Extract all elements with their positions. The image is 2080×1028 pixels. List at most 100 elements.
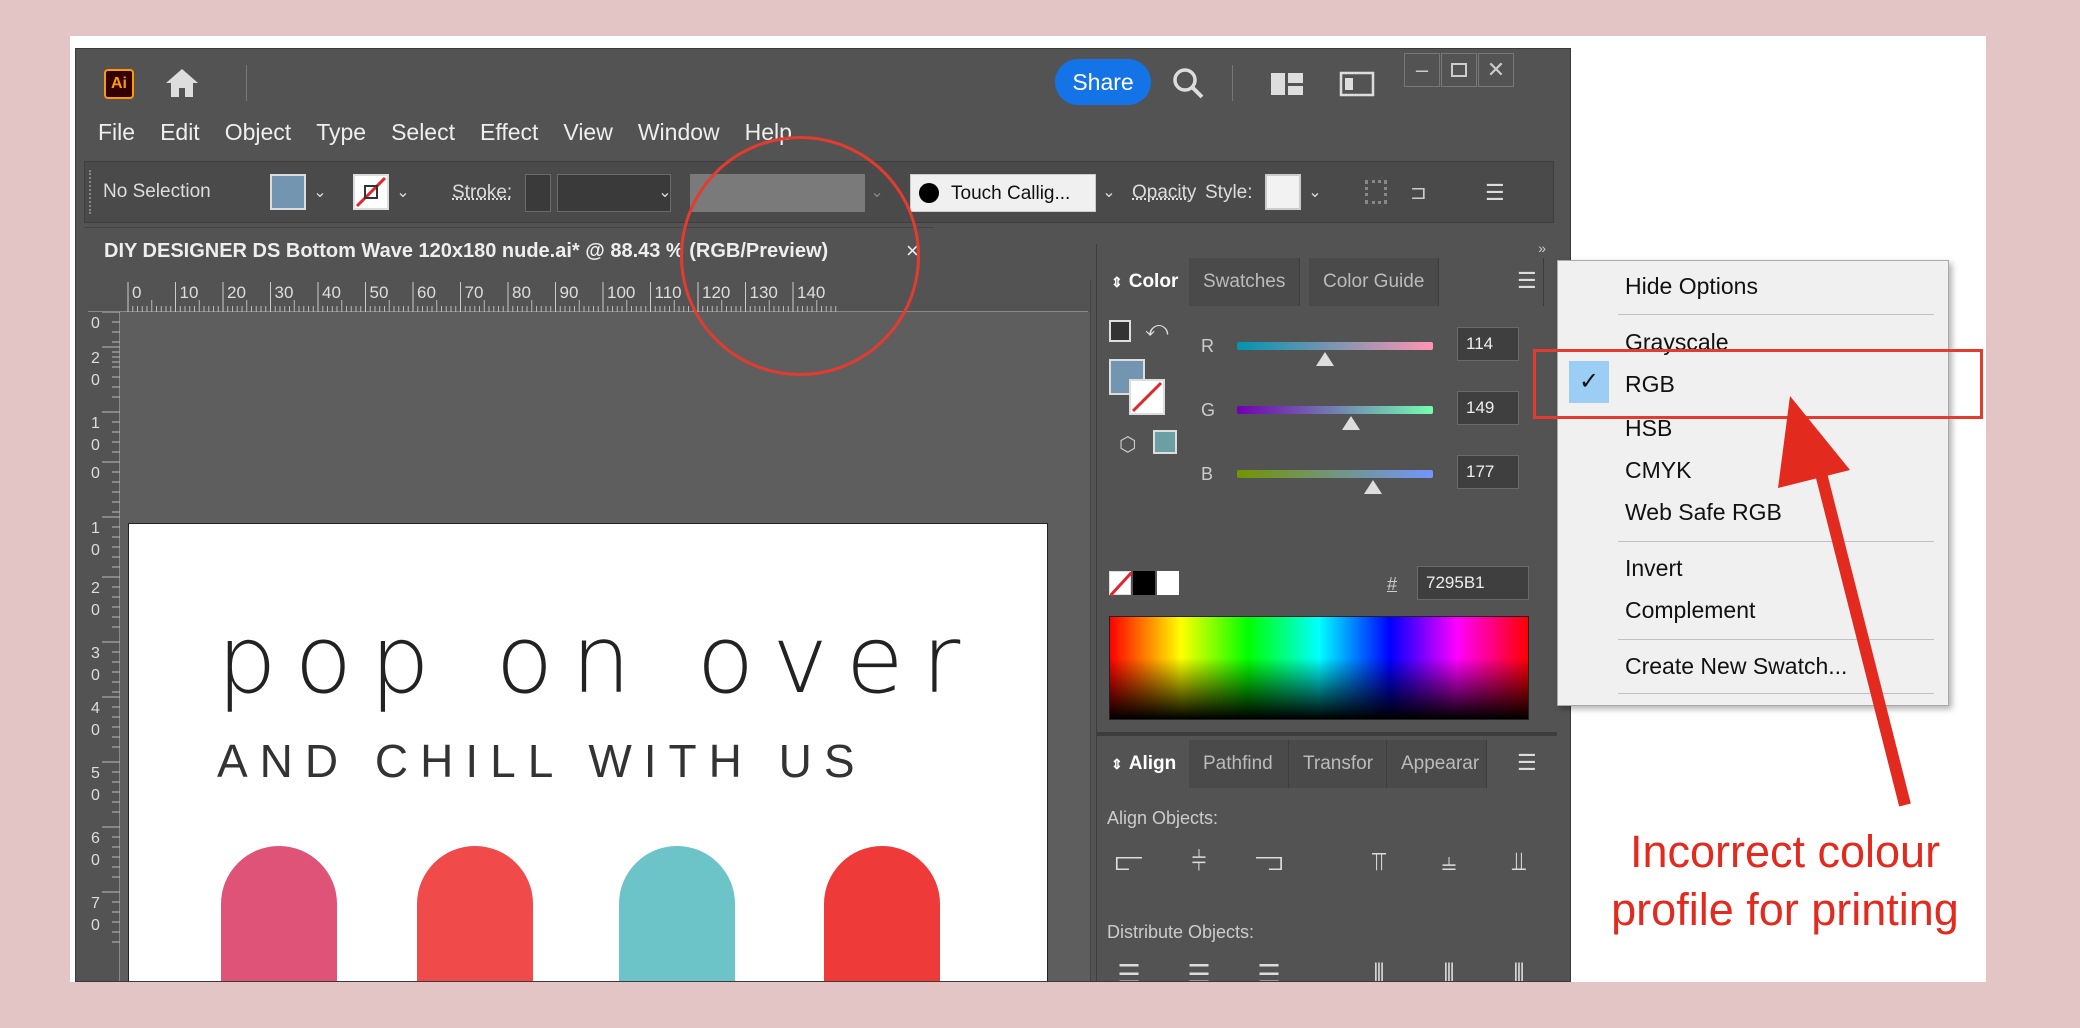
fill-dropdown-chevron-icon[interactable]: ⌄ <box>308 174 332 210</box>
menu-item-cmyk[interactable]: CMYK <box>1625 457 1691 484</box>
tab-color[interactable]: ⇕ Color <box>1097 258 1194 306</box>
highlight-rectangle <box>1533 349 1983 419</box>
distribute-vertical-center-icon[interactable]: ☰ <box>1181 956 1217 982</box>
distribute-objects-label: Distribute Objects: <box>1107 922 1255 942</box>
opacity-label[interactable]: Opacity <box>1132 182 1196 204</box>
align-vertical-center-icon[interactable]: ⫨ <box>1431 844 1467 880</box>
default-fill-stroke-icon[interactable] <box>1109 320 1131 342</box>
white-color-chip[interactable] <box>1157 571 1179 595</box>
ruler-label: 3 <box>91 645 100 662</box>
align-left-icon[interactable]: ⫍ <box>1111 844 1147 880</box>
menu-file[interactable]: File <box>98 119 135 146</box>
out-of-gamut-cube-icon[interactable]: ⬡ <box>1119 432 1136 457</box>
menu-type[interactable]: Type <box>316 119 366 146</box>
ruler-label: 40 <box>322 283 341 302</box>
menu-window[interactable]: Window <box>638 119 720 146</box>
menu-effect[interactable]: Effect <box>480 119 538 146</box>
align-top-icon[interactable]: ⫪ <box>1361 844 1397 880</box>
distribute-bottom-icon[interactable]: ☰ <box>1251 956 1287 982</box>
grip-handle[interactable] <box>89 170 93 214</box>
blue-value-input[interactable]: 177 <box>1457 455 1519 489</box>
close-window-button[interactable]: ✕ <box>1478 53 1514 87</box>
distribute-left-icon[interactable]: ⦀ <box>1361 956 1397 981</box>
illustrator-logo: Ai <box>104 69 134 99</box>
brush-definition[interactable]: Touch Callig... <box>910 174 1096 212</box>
graphic-style-swatch[interactable] <box>1265 174 1301 210</box>
green-slider[interactable] <box>1237 406 1433 414</box>
menu-edit[interactable]: Edit <box>160 119 200 146</box>
stroke-label[interactable]: Stroke: <box>452 182 512 204</box>
ruler-label: 20 <box>227 283 246 302</box>
ruler-label: 0 <box>91 315 100 332</box>
hex-value-input[interactable]: 7295B1 <box>1417 566 1529 600</box>
style-chevron-icon[interactable]: ⌄ <box>1303 174 1327 210</box>
ruler-label: 50 <box>370 283 389 302</box>
blue-slider[interactable] <box>1237 470 1433 478</box>
distribute-right-icon[interactable]: ⦀ <box>1501 956 1537 981</box>
none-stroke-icon <box>1131 381 1163 413</box>
fill-swatch[interactable] <box>270 174 306 210</box>
collapse-panels-icon[interactable]: » <box>1538 240 1546 256</box>
stroke-swatch[interactable] <box>353 174 389 210</box>
home-icon[interactable] <box>162 65 202 101</box>
align-bottom-icon[interactable]: ⫫ <box>1501 844 1537 880</box>
popsicle-illustration <box>417 846 533 981</box>
tab-appearance[interactable]: Appearar <box>1387 740 1487 788</box>
search-icon[interactable] <box>1168 63 1208 103</box>
web-safe-color-chip[interactable] <box>1153 430 1177 454</box>
stroke-color-box[interactable] <box>1129 379 1165 415</box>
minimize-button[interactable]: – <box>1404 53 1440 87</box>
channel-g-label: G <box>1201 400 1216 420</box>
menu-item-complement[interactable]: Complement <box>1625 597 1755 624</box>
menu-item-web-safe-rgb[interactable]: Web Safe RGB <box>1625 499 1782 526</box>
ruler-label: 0 <box>91 787 100 804</box>
stroke-dropdown-chevron-icon[interactable]: ⌄ <box>391 174 415 210</box>
highlight-circle <box>680 136 920 376</box>
blue-slider-thumb[interactable] <box>1364 480 1383 494</box>
align-right-icon[interactable]: ⫎ <box>1251 844 1287 880</box>
distribute-horizontal-center-icon[interactable]: ⦀ <box>1431 956 1467 981</box>
workspace-switcher-icon[interactable] <box>1338 67 1376 101</box>
artboard-headline: pop on over <box>217 606 979 715</box>
tab-align[interactable]: ⇕ Align <box>1097 740 1192 788</box>
red-slider[interactable] <box>1237 342 1433 350</box>
none-color-chip[interactable] <box>1108 570 1134 598</box>
transform-options-icon[interactable]: ⊐ <box>1410 180 1438 204</box>
menu-item-hide-options[interactable]: Hide Options <box>1625 273 1758 300</box>
swap-fill-stroke-icon[interactable]: ⤺ <box>1145 316 1169 342</box>
tab-color-guide[interactable]: Color Guide <box>1309 258 1440 306</box>
ruler-label: 0 <box>91 722 100 739</box>
menu-item-invert[interactable]: Invert <box>1625 555 1683 582</box>
align-panel-menu-icon[interactable]: ☰ <box>1517 750 1537 776</box>
menu-object[interactable]: Object <box>225 119 291 146</box>
brush-chevron-icon[interactable]: ⌄ <box>1097 174 1121 210</box>
menu-item-create-new-swatch[interactable]: Create New Swatch... <box>1625 653 1847 680</box>
maximize-button[interactable] <box>1441 53 1477 87</box>
menu-select[interactable]: Select <box>391 119 455 146</box>
share-button[interactable]: Share <box>1055 59 1151 105</box>
annotation-note: Incorrect colour profile for printing <box>1611 826 1959 935</box>
tab-transform[interactable]: Transfor <box>1289 740 1387 788</box>
color-panel-menu-icon[interactable]: ☰ <box>1517 268 1537 294</box>
green-value-input[interactable]: 149 <box>1457 391 1519 425</box>
stroke-weight-chevron-icon[interactable]: ⌄ <box>653 174 677 210</box>
arrange-documents-icon[interactable] <box>1268 67 1306 101</box>
red-value-input[interactable]: 114 <box>1457 327 1519 361</box>
distribute-top-icon[interactable]: ☰ <box>1111 956 1147 982</box>
ruler-label: 2 <box>91 350 100 367</box>
align-horizontal-center-icon[interactable]: ⫩ <box>1181 844 1217 880</box>
red-slider-thumb[interactable] <box>1315 352 1334 366</box>
control-bar-menu-icon[interactable]: ☰ <box>1485 180 1515 205</box>
color-spectrum[interactable] <box>1109 616 1529 720</box>
black-color-chip[interactable] <box>1133 571 1155 595</box>
green-slider-thumb[interactable] <box>1342 416 1361 430</box>
menu-view[interactable]: View <box>563 119 612 146</box>
tab-swatches[interactable]: Swatches <box>1189 258 1301 306</box>
tab-align-label: Align <box>1128 753 1177 774</box>
artboard[interactable]: pop on over AND CHILL WITH US <box>128 523 1048 981</box>
align-options-icon[interactable] <box>1365 180 1387 204</box>
menu-item-hsb[interactable]: HSB <box>1625 415 1672 442</box>
close-icon: ✕ <box>1486 57 1506 82</box>
stroke-weight-stepper[interactable] <box>525 174 551 212</box>
tab-pathfinder[interactable]: Pathfind <box>1189 740 1289 788</box>
